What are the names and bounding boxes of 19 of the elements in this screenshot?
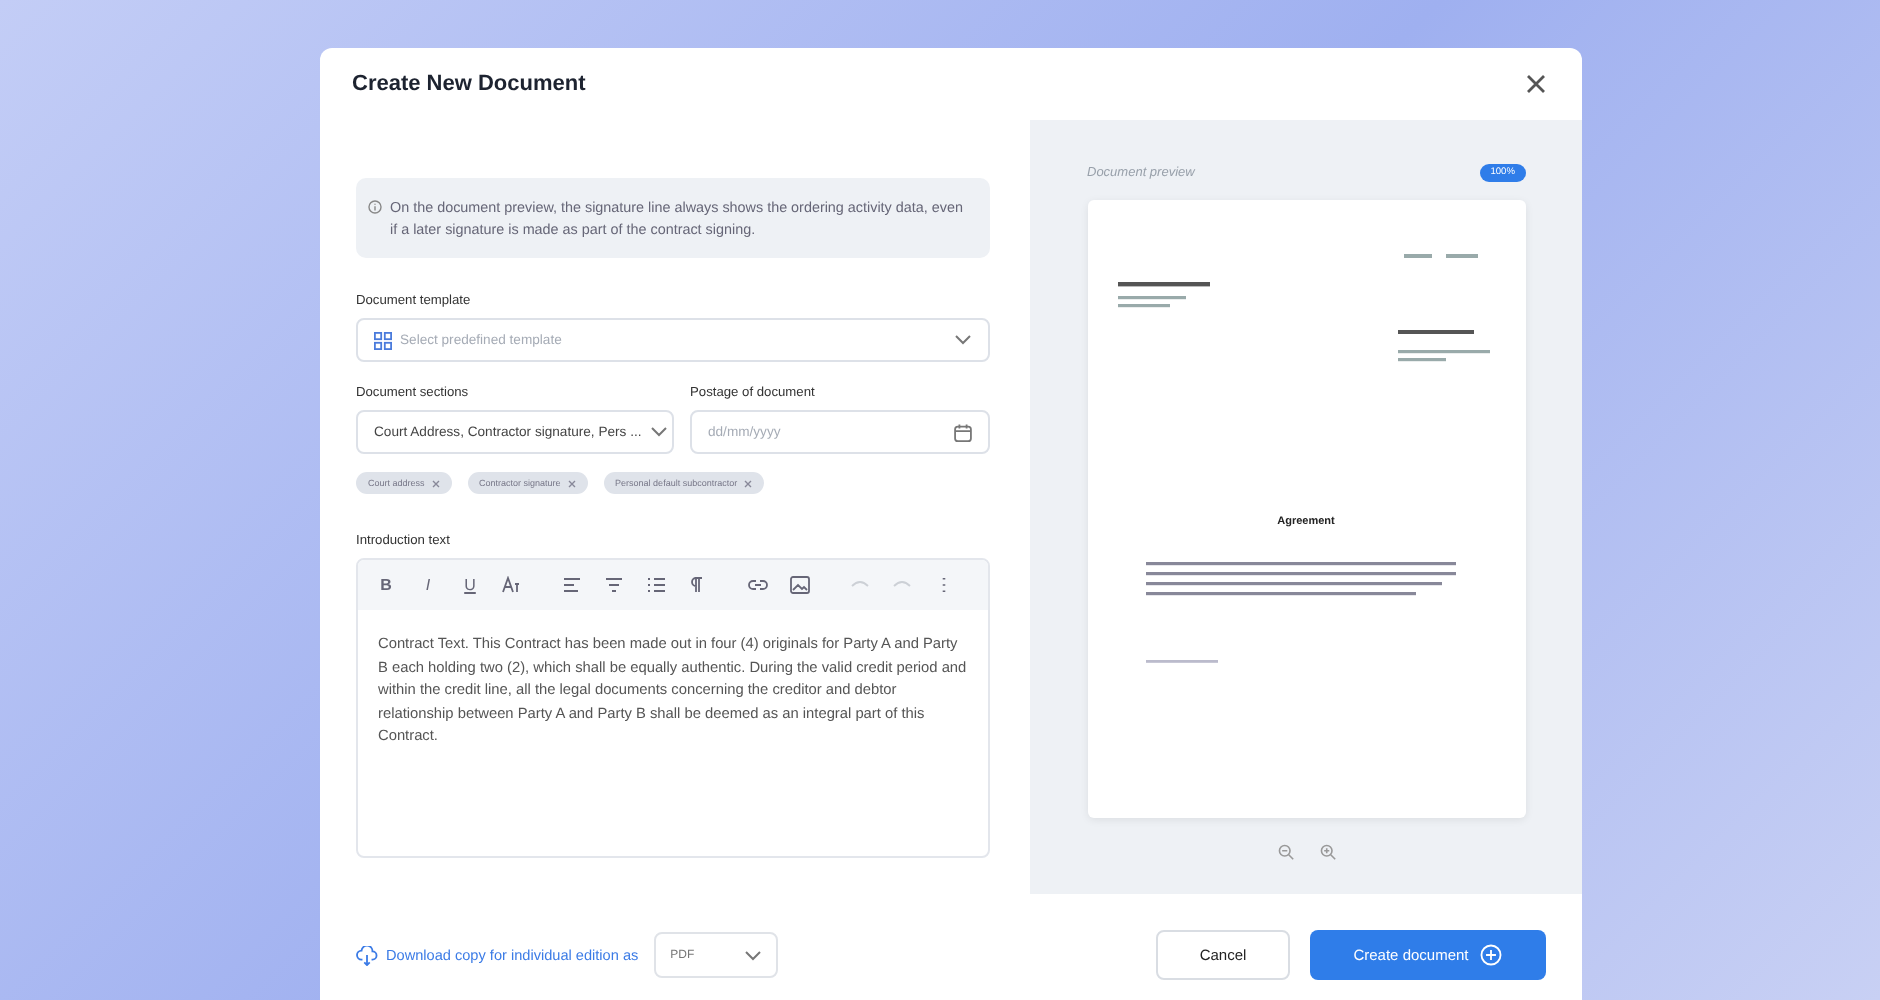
- underline-button[interactable]: U: [454, 569, 486, 602]
- chevron-down-icon: [744, 949, 763, 961]
- zoom-in-icon[interactable]: [1319, 844, 1335, 860]
- bold-button[interactable]: B: [370, 569, 402, 602]
- grid-icon: [374, 331, 392, 350]
- remove-icon[interactable]: [567, 480, 576, 489]
- cloud-download-icon: [356, 945, 378, 965]
- plus-circle-icon: [1480, 944, 1503, 966]
- dialog-title: Create New Document: [352, 72, 586, 96]
- chevron-down-icon: [954, 334, 972, 347]
- calendar-icon: [954, 423, 972, 442]
- zoom-out-icon[interactable]: [1277, 844, 1293, 860]
- chevron-down-icon: [649, 426, 668, 439]
- remove-icon[interactable]: [743, 480, 752, 489]
- italic-button[interactable]: I: [412, 569, 444, 602]
- text-editor[interactable]: [356, 558, 990, 859]
- close-icon[interactable]: [1526, 74, 1546, 94]
- info-icon: [368, 200, 382, 214]
- remove-icon[interactable]: [431, 480, 440, 489]
